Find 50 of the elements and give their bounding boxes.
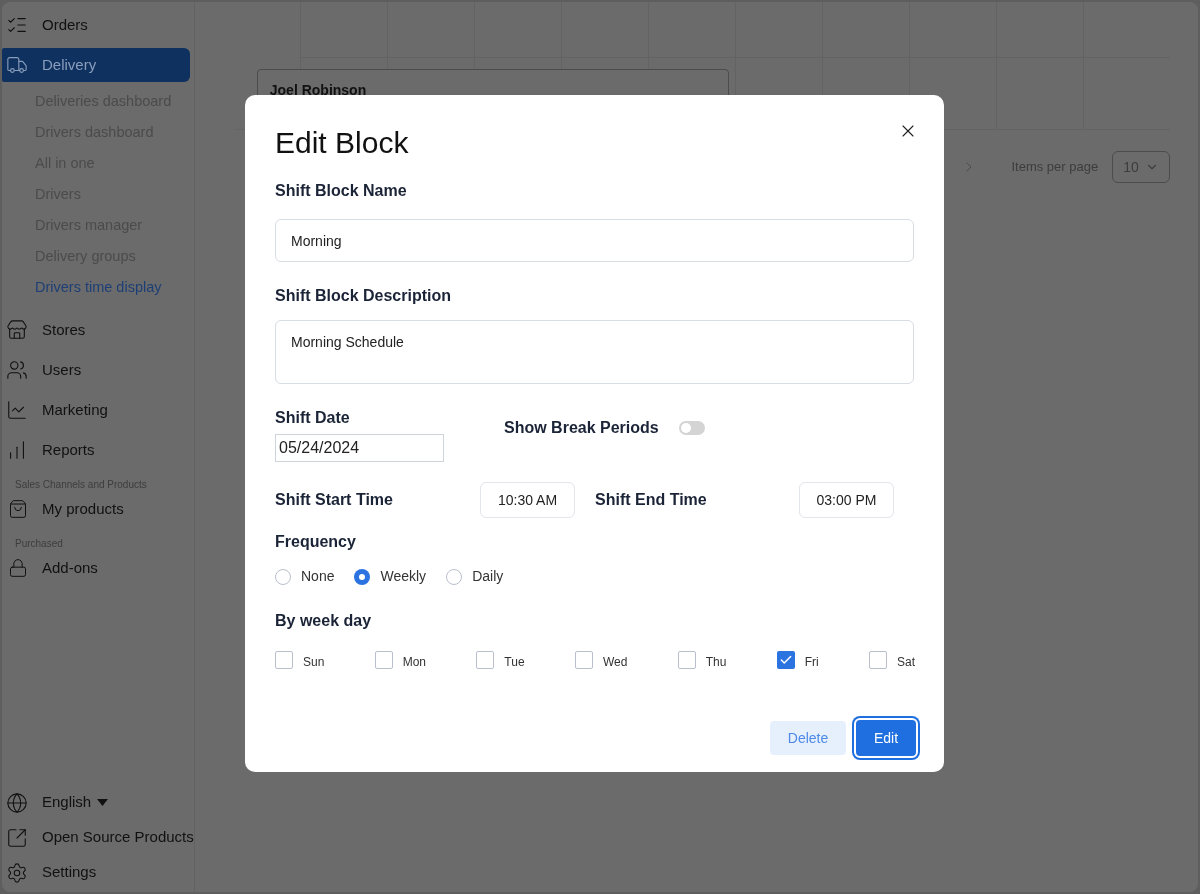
submenu-item[interactable]: Drivers time display bbox=[2, 272, 194, 303]
driver-name: Joel Robinson bbox=[269, 82, 367, 98]
dialog-title: Edit Block bbox=[275, 125, 409, 161]
break-toggle[interactable] bbox=[678, 421, 705, 435]
sidebar-item[interactable]: Delivery bbox=[2, 48, 190, 82]
weekday-checkbox[interactable]: Sat bbox=[868, 649, 915, 671]
weekday-checkbox[interactable]: Fri bbox=[776, 649, 819, 671]
name-field[interactable]: Morning bbox=[275, 219, 914, 262]
weekday-checkbox[interactable]: Tue bbox=[476, 649, 525, 671]
external-link-icon bbox=[6, 826, 28, 849]
field-label: Show Break Periods bbox=[504, 418, 659, 438]
date-field[interactable]: 05/24/2024 bbox=[275, 434, 444, 462]
bag-icon bbox=[8, 499, 28, 519]
field-label: Shift Block Description bbox=[275, 286, 453, 306]
field-label: Frequency bbox=[275, 532, 357, 552]
sidebar-item[interactable]: Add-ons bbox=[2, 551, 194, 585]
edit-button[interactable]: Edit bbox=[854, 718, 918, 758]
sidebar-item[interactable]: Reports bbox=[2, 433, 190, 467]
sidebar-item[interactable]: My products bbox=[2, 492, 194, 526]
check-icon bbox=[778, 653, 793, 667]
frequency-radio[interactable]: Weekly bbox=[354, 566, 427, 587]
field-label: Shift Start Time bbox=[275, 490, 394, 510]
weekday-checkbox[interactable]: Thu bbox=[677, 649, 727, 671]
field-label: Shift Block Name bbox=[275, 181, 408, 201]
truck-icon bbox=[6, 54, 28, 76]
sidebar-item[interactable]: Open Source Products bbox=[2, 820, 194, 855]
field-label: Shift End Time bbox=[595, 490, 708, 510]
caret-icon bbox=[97, 799, 109, 806]
settings-icon bbox=[6, 861, 28, 884]
description-field[interactable]: Morning Schedule bbox=[275, 320, 914, 384]
language-selector[interactable]: English bbox=[2, 785, 194, 820]
weekday-checkbox[interactable]: Mon bbox=[374, 649, 426, 671]
frequency-radio[interactable]: Daily bbox=[446, 566, 504, 587]
sidebar-item[interactable]: Orders bbox=[2, 8, 190, 42]
field-label: Shift Date bbox=[275, 408, 351, 428]
sidebar-item[interactable]: Settings bbox=[2, 855, 194, 890]
end-time-field[interactable]: 03:00 PM bbox=[799, 482, 894, 518]
weekday-checkbox[interactable]: Wed bbox=[574, 649, 628, 671]
users-icon bbox=[6, 359, 28, 381]
delete-button[interactable]: Delete bbox=[770, 721, 846, 755]
sidebar-item[interactable]: Stores bbox=[2, 313, 190, 347]
weekday-checkbox[interactable]: Sun bbox=[275, 649, 325, 671]
line-chart-icon bbox=[6, 399, 28, 421]
globe-icon bbox=[6, 791, 28, 814]
store-icon bbox=[6, 319, 28, 341]
frequency-radio[interactable]: None bbox=[275, 566, 335, 587]
sidebar-item[interactable]: Users bbox=[2, 353, 190, 387]
start-time-field[interactable]: 10:30 AM bbox=[480, 482, 575, 518]
sidebar-item[interactable]: Marketing bbox=[2, 393, 190, 427]
field-label: By week day bbox=[275, 611, 373, 631]
